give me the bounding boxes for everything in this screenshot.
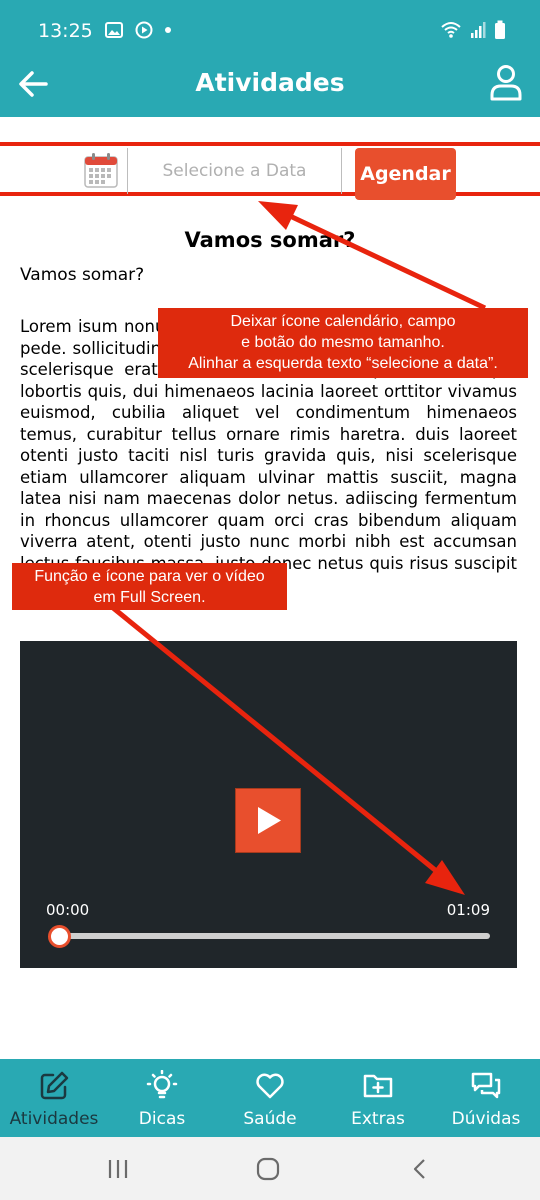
status-bar: 13:25 [0, 0, 540, 60]
nav-item-duvidas[interactable]: Dúvidas [432, 1059, 540, 1137]
date-picker-row: Selecione a Data Agendar [0, 142, 540, 200]
chat-icon [471, 1072, 501, 1099]
play-circle-icon [135, 21, 153, 39]
page-title: Atividades [195, 68, 345, 97]
nav-item-atividades[interactable]: Atividades [0, 1059, 108, 1137]
wifi-icon [441, 22, 461, 38]
annotation-callout-date: Deixar ícone calendário, campo e botão d… [158, 308, 528, 378]
nav-label: Extras [351, 1109, 405, 1129]
seek-thumb[interactable] [48, 925, 71, 948]
recent-apps-icon[interactable] [106, 1157, 130, 1181]
bottom-nav: Atividades Dicas Saúde Extras Dúvidas [0, 1059, 540, 1137]
back-nav-icon[interactable] [408, 1157, 432, 1181]
gallery-icon [105, 22, 123, 38]
status-notification-icons [104, 20, 172, 40]
nav-label: Dúvidas [451, 1109, 521, 1129]
user-icon [490, 65, 522, 101]
annotation-text: Alinhar a esquerda texto “selecione a da… [188, 355, 498, 372]
content-title: Vamos somar? [184, 228, 356, 252]
lightbulb-icon [146, 1070, 178, 1099]
nav-label: Saúde [243, 1109, 297, 1129]
duration-time: 01:09 [446, 901, 490, 919]
folder-plus-icon [363, 1074, 393, 1098]
profile-button[interactable] [486, 62, 526, 102]
seek-bar[interactable] [58, 933, 490, 939]
content-subtitle: Vamos somar? [20, 265, 145, 285]
annotation-line-top [0, 142, 540, 146]
calendar-button[interactable] [84, 152, 118, 188]
current-time: 00:00 [46, 901, 90, 919]
nav-item-dicas[interactable]: Dicas [108, 1059, 216, 1137]
date-input[interactable]: Selecione a Data [127, 148, 342, 194]
calendar-icon [84, 153, 118, 188]
signal-icon [471, 22, 486, 38]
annotation-text: Deixar ícone calendário, campo [230, 313, 456, 330]
edit-icon [40, 1071, 69, 1100]
play-button[interactable] [235, 788, 301, 853]
dot-icon [165, 27, 171, 33]
home-icon[interactable] [256, 1157, 280, 1181]
heart-icon [256, 1073, 284, 1099]
nav-item-saude[interactable]: Saúde [216, 1059, 324, 1137]
battery-icon [495, 20, 505, 39]
annotation-text: e botão do mesmo tamanho. [241, 334, 445, 351]
app-bar: Atividades [0, 60, 540, 117]
status-system-icons [440, 20, 506, 40]
nav-label: Atividades [9, 1109, 99, 1129]
system-nav-bar [0, 1137, 540, 1200]
status-time: 13:25 [38, 20, 93, 42]
nav-label: Dicas [138, 1109, 186, 1129]
video-player[interactable]: 00:00 01:09 [20, 641, 517, 968]
annotation-text: em Full Screen. [93, 589, 206, 606]
annotation-arrowhead-date [258, 201, 298, 230]
nav-item-extras[interactable]: Extras [324, 1059, 432, 1137]
schedule-button[interactable]: Agendar [355, 148, 456, 200]
annotation-callout-video: Função e ícone para ver o vídeo em Full … [12, 563, 287, 610]
annotation-text: Função e ícone para ver o vídeo [34, 568, 265, 585]
play-icon [258, 807, 281, 834]
